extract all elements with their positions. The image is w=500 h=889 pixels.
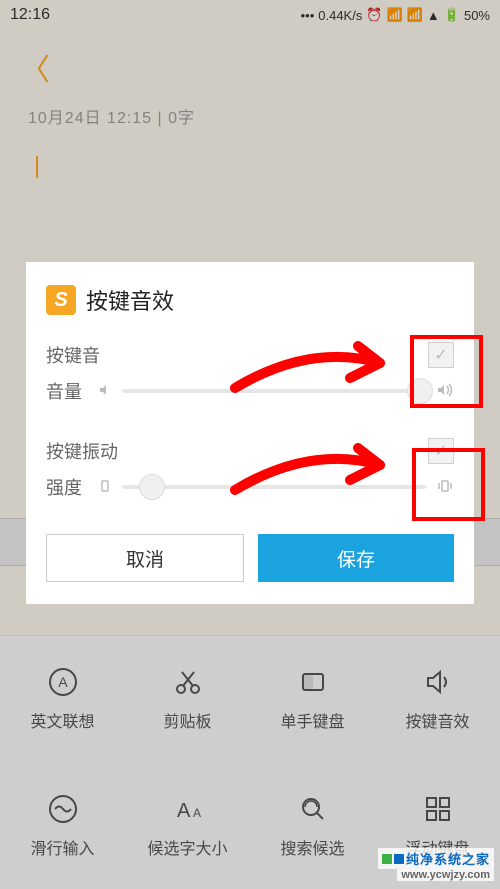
save-button[interactable]: 保存 <box>258 534 454 582</box>
key-vibration-row: 按键振动 ✓ <box>46 438 454 464</box>
key-sound-label: 按键音 <box>46 342 100 368</box>
key-sound-checkbox[interactable]: ✓ <box>428 342 454 368</box>
modal-overlay: S 按键音效 按键音 ✓ 音量 按键振动 ✓ 强度 <box>0 0 500 889</box>
sogou-logo-icon: S <box>46 285 76 315</box>
intensity-slider[interactable] <box>122 485 426 489</box>
key-sound-row: 按键音 ✓ <box>46 342 454 368</box>
volume-high-icon <box>436 383 454 400</box>
intensity-slider-thumb[interactable] <box>139 474 165 500</box>
vibrate-high-icon <box>436 479 454 496</box>
volume-row: 音量 <box>46 378 454 404</box>
watermark-name: 纯净系统之家 <box>406 849 490 868</box>
cancel-button[interactable]: 取消 <box>46 534 244 582</box>
volume-slider[interactable] <box>122 389 426 393</box>
volume-low-icon <box>98 383 112 400</box>
key-vibration-label: 按键振动 <box>46 438 118 464</box>
dialog-buttons: 取消 保存 <box>46 534 454 582</box>
dialog-title: 按键音效 <box>86 284 174 316</box>
dialog-header: S 按键音效 <box>46 284 454 316</box>
watermark-url: www.ycwjzy.com <box>397 869 494 881</box>
key-sound-dialog: S 按键音效 按键音 ✓ 音量 按键振动 ✓ 强度 <box>26 262 474 604</box>
intensity-label: 强度 <box>46 474 88 500</box>
vibrate-low-icon <box>98 479 112 496</box>
watermark-square-icon <box>394 854 404 864</box>
watermark-square-icon <box>382 854 392 864</box>
volume-label: 音量 <box>46 378 88 404</box>
watermark: 纯净系统之家 www.ycwjzy.com <box>378 848 494 881</box>
intensity-row: 强度 <box>46 474 454 500</box>
volume-slider-thumb[interactable] <box>407 378 433 404</box>
key-vibration-checkbox[interactable]: ✓ <box>428 438 454 464</box>
